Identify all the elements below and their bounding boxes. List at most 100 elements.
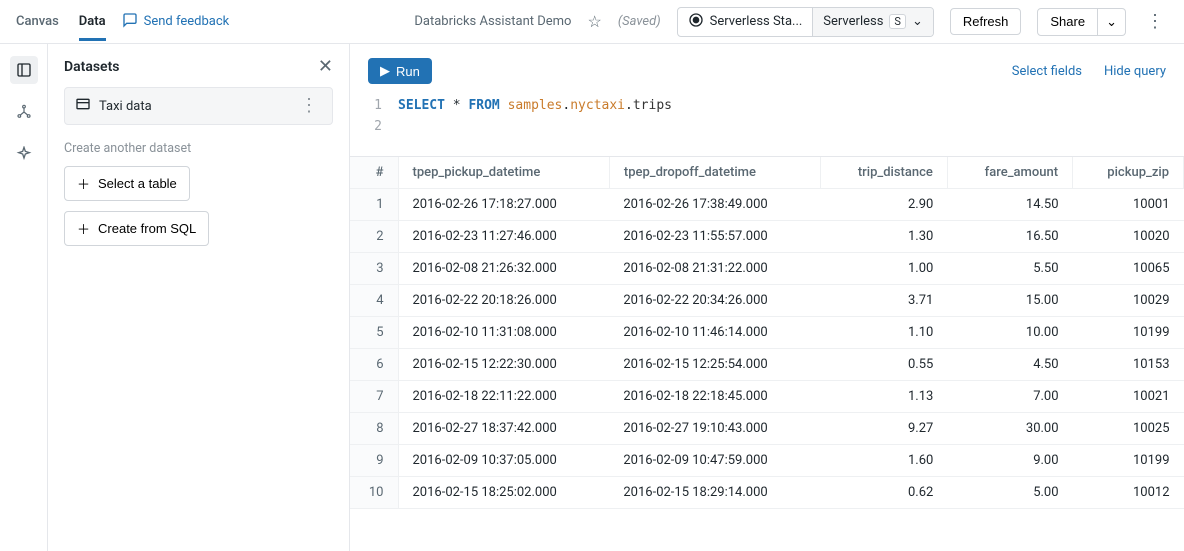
row-number: 8 bbox=[350, 412, 398, 444]
table-row[interactable]: 32016-02-08 21:26:32.0002016-02-08 21:31… bbox=[350, 252, 1184, 284]
kebab-icon[interactable]: ⋮ bbox=[296, 97, 322, 115]
cell-zip: 10025 bbox=[1073, 412, 1184, 444]
table-row[interactable]: 102016-02-15 18:25:02.0002016-02-15 18:2… bbox=[350, 476, 1184, 508]
cell-pickup: 2016-02-08 21:26:32.000 bbox=[398, 252, 609, 284]
close-icon[interactable]: ✕ bbox=[318, 56, 333, 77]
table-row[interactable]: 52016-02-10 11:31:08.0002016-02-10 11:46… bbox=[350, 316, 1184, 348]
row-number: 3 bbox=[350, 252, 398, 284]
row-number: 5 bbox=[350, 316, 398, 348]
table-row[interactable]: 42016-02-22 20:18:26.0002016-02-22 20:34… bbox=[350, 284, 1184, 316]
rail-data-icon[interactable] bbox=[10, 56, 38, 84]
cell-distance: 1.30 bbox=[820, 220, 947, 252]
dataset-item-taxi[interactable]: Taxi data ⋮ bbox=[64, 87, 333, 125]
hide-query-link[interactable]: Hide query bbox=[1104, 64, 1166, 79]
cell-dropoff: 2016-02-26 17:38:49.000 bbox=[609, 188, 820, 220]
cell-pickup: 2016-02-22 20:18:26.000 bbox=[398, 284, 609, 316]
col-rownum[interactable]: # bbox=[350, 157, 398, 189]
cell-pickup: 2016-02-27 18:37:42.000 bbox=[398, 412, 609, 444]
cell-distance: 1.10 bbox=[820, 316, 947, 348]
table-row[interactable]: 12016-02-26 17:18:27.0002016-02-26 17:38… bbox=[350, 188, 1184, 220]
select-table-label: Select a table bbox=[98, 176, 177, 191]
table-row[interactable]: 22016-02-23 11:27:46.0002016-02-23 11:55… bbox=[350, 220, 1184, 252]
compute-selector[interactable]: Serverless Sta... Serverless S ⌄ bbox=[677, 7, 934, 37]
cell-fare: 5.00 bbox=[947, 476, 1072, 508]
cell-pickup: 2016-02-26 17:18:27.000 bbox=[398, 188, 609, 220]
cell-pickup: 2016-02-15 18:25:02.000 bbox=[398, 476, 609, 508]
row-number: 9 bbox=[350, 444, 398, 476]
create-from-sql-button[interactable]: ＋ Create from SQL bbox=[64, 211, 209, 246]
cell-pickup: 2016-02-23 11:27:46.000 bbox=[398, 220, 609, 252]
share-button-group: Share ⌄ bbox=[1037, 8, 1126, 36]
compute-left-label: Serverless Sta... bbox=[710, 14, 803, 29]
cell-dropoff: 2016-02-08 21:31:22.000 bbox=[609, 252, 820, 284]
col-distance[interactable]: trip_distance bbox=[820, 157, 947, 189]
row-number: 2 bbox=[350, 220, 398, 252]
cell-zip: 10012 bbox=[1073, 476, 1184, 508]
top-bar: Canvas Data Send feedback Databricks Ass… bbox=[0, 0, 1184, 44]
cell-pickup: 2016-02-18 22:11:22.000 bbox=[398, 380, 609, 412]
line-gutter: 1 bbox=[368, 96, 382, 117]
cell-distance: 3.71 bbox=[820, 284, 947, 316]
cell-dropoff: 2016-02-22 20:34:26.000 bbox=[609, 284, 820, 316]
radio-icon bbox=[688, 12, 704, 32]
cell-zip: 10199 bbox=[1073, 444, 1184, 476]
rail-schema-icon[interactable] bbox=[10, 98, 38, 126]
kebab-icon[interactable]: ⋮ bbox=[1142, 13, 1168, 31]
plus-icon: ＋ bbox=[77, 219, 90, 238]
refresh-button[interactable]: Refresh bbox=[950, 8, 1022, 35]
play-icon: ▶ bbox=[380, 63, 390, 79]
cell-distance: 0.62 bbox=[820, 476, 947, 508]
send-feedback-label: Send feedback bbox=[144, 14, 230, 29]
left-rail bbox=[0, 44, 48, 551]
cell-zip: 10199 bbox=[1073, 316, 1184, 348]
table-row[interactable]: 62016-02-15 12:22:30.0002016-02-15 12:25… bbox=[350, 348, 1184, 380]
page-title: Databricks Assistant Demo bbox=[414, 14, 571, 29]
tab-data[interactable]: Data bbox=[79, 2, 106, 41]
dataset-item-label: Taxi data bbox=[99, 99, 152, 114]
row-number: 1 bbox=[350, 188, 398, 220]
cell-distance: 1.13 bbox=[820, 380, 947, 412]
cell-distance: 0.55 bbox=[820, 348, 947, 380]
table-row[interactable]: 82016-02-27 18:37:42.0002016-02-27 19:10… bbox=[350, 412, 1184, 444]
col-pickupzip[interactable]: pickup_zip bbox=[1073, 157, 1184, 189]
rail-sparkle-icon[interactable] bbox=[10, 140, 38, 168]
cell-pickup: 2016-02-09 10:37:05.000 bbox=[398, 444, 609, 476]
share-button[interactable]: Share bbox=[1037, 8, 1098, 36]
star-icon[interactable]: ☆ bbox=[587, 12, 601, 31]
sql-editor[interactable]: 1 SELECT * FROM samples.nyctaxi.trips 2 bbox=[350, 90, 1184, 156]
cell-fare: 16.50 bbox=[947, 220, 1072, 252]
row-number: 6 bbox=[350, 348, 398, 380]
cell-zip: 10065 bbox=[1073, 252, 1184, 284]
cell-fare: 10.00 bbox=[947, 316, 1072, 348]
cell-dropoff: 2016-02-15 12:25:54.000 bbox=[609, 348, 820, 380]
table-row[interactable]: 72016-02-18 22:11:22.0002016-02-18 22:18… bbox=[350, 380, 1184, 412]
results-grid[interactable]: # tpep_pickup_datetime tpep_dropoff_date… bbox=[350, 156, 1184, 551]
col-fare[interactable]: fare_amount bbox=[947, 157, 1072, 189]
share-dropdown-button[interactable]: ⌄ bbox=[1098, 8, 1126, 36]
compute-badge: S bbox=[889, 14, 906, 29]
tab-canvas[interactable]: Canvas bbox=[16, 2, 59, 41]
datasets-heading: Datasets bbox=[64, 59, 120, 75]
select-table-button[interactable]: ＋ Select a table bbox=[64, 166, 190, 201]
table-icon bbox=[75, 96, 91, 116]
create-another-label: Create another dataset bbox=[64, 141, 333, 156]
line-gutter: 2 bbox=[368, 117, 382, 138]
cell-dropoff: 2016-02-27 19:10:43.000 bbox=[609, 412, 820, 444]
cell-zip: 10020 bbox=[1073, 220, 1184, 252]
cell-distance: 2.90 bbox=[820, 188, 947, 220]
send-feedback-link[interactable]: Send feedback bbox=[122, 12, 230, 32]
run-button[interactable]: ▶Run bbox=[368, 58, 432, 84]
col-pickup[interactable]: tpep_pickup_datetime bbox=[398, 157, 609, 189]
plus-icon: ＋ bbox=[77, 174, 90, 193]
cell-pickup: 2016-02-15 12:22:30.000 bbox=[398, 348, 609, 380]
create-sql-label: Create from SQL bbox=[98, 221, 196, 236]
cell-zip: 10029 bbox=[1073, 284, 1184, 316]
compute-right-label: Serverless bbox=[823, 14, 883, 29]
cell-dropoff: 2016-02-09 10:47:59.000 bbox=[609, 444, 820, 476]
table-row[interactable]: 92016-02-09 10:37:05.0002016-02-09 10:47… bbox=[350, 444, 1184, 476]
cell-fare: 30.00 bbox=[947, 412, 1072, 444]
select-fields-link[interactable]: Select fields bbox=[1012, 64, 1082, 79]
table-header-row: # tpep_pickup_datetime tpep_dropoff_date… bbox=[350, 157, 1184, 189]
cell-fare: 9.00 bbox=[947, 444, 1072, 476]
col-dropoff[interactable]: tpep_dropoff_datetime bbox=[609, 157, 820, 189]
